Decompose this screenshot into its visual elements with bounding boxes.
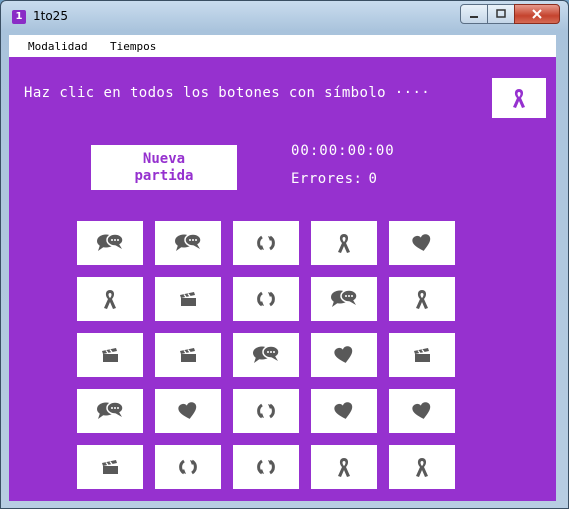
app-window: 1 1to25 Modalidad Tiempos Haz clic en to…	[0, 0, 569, 509]
grid-cell[interactable]	[389, 333, 455, 377]
grid-cell[interactable]	[233, 445, 299, 489]
app-icon: 1	[12, 10, 26, 24]
chat-icon	[174, 232, 202, 254]
grid-cell[interactable]	[77, 221, 143, 265]
chat-icon	[96, 400, 124, 422]
grid-cell[interactable]	[311, 277, 377, 321]
window-title: 1to25	[33, 9, 68, 23]
clapper-icon	[179, 291, 197, 307]
errors-display: Errores: 0	[291, 171, 377, 187]
menu-modalidad[interactable]: Modalidad	[28, 40, 88, 53]
errors-label: Errores:	[291, 171, 363, 187]
instruction-text: Haz clic en todos los botones con símbol…	[24, 85, 431, 101]
game-area: Haz clic en todos los botones con símbol…	[9, 57, 556, 501]
grid-cell[interactable]	[77, 333, 143, 377]
ribbon-icon	[103, 288, 117, 310]
grid-cell[interactable]	[389, 445, 455, 489]
grid-cell[interactable]	[77, 445, 143, 489]
menu-tiempos[interactable]: Tiempos	[110, 40, 156, 53]
clapper-icon	[413, 347, 431, 363]
maximize-button[interactable]	[487, 4, 515, 24]
grid-cell[interactable]	[233, 389, 299, 433]
ribbon-icon	[337, 232, 351, 254]
clapper-icon	[179, 347, 197, 363]
grid-cell[interactable]	[155, 221, 221, 265]
grid-cell[interactable]	[311, 221, 377, 265]
new-game-button[interactable]: Nueva partida	[91, 145, 237, 190]
ribbon-icon	[415, 288, 429, 310]
title-bar[interactable]: 1 1to25	[1, 1, 568, 31]
grid-cell[interactable]	[389, 277, 455, 321]
grid-cell[interactable]	[155, 445, 221, 489]
grid-cell[interactable]	[311, 389, 377, 433]
chat-icon	[96, 232, 124, 254]
ribbon-icon	[337, 456, 351, 478]
grid-cell[interactable]	[389, 221, 455, 265]
grid-cell[interactable]	[77, 389, 143, 433]
grid-cell[interactable]	[233, 277, 299, 321]
grid-cell[interactable]	[311, 333, 377, 377]
heart-icon	[412, 402, 432, 420]
timer-display: 00:00:00:00	[291, 143, 395, 159]
chat-icon	[252, 344, 280, 366]
close-button[interactable]	[514, 4, 560, 24]
recycle-icon	[257, 402, 275, 420]
recycle-icon	[257, 290, 275, 308]
close-icon	[532, 9, 542, 19]
grid-cell[interactable]	[155, 389, 221, 433]
menu-bar: Modalidad Tiempos	[9, 35, 556, 58]
grid-cell[interactable]	[233, 333, 299, 377]
window-controls	[460, 4, 560, 24]
ribbon-icon	[415, 456, 429, 478]
recycle-icon	[179, 458, 197, 476]
chat-icon	[330, 288, 358, 310]
maximize-icon	[496, 9, 506, 18]
clapper-icon	[101, 459, 119, 475]
heart-icon	[334, 402, 354, 420]
grid-cell[interactable]	[311, 445, 377, 489]
grid-cell[interactable]	[389, 389, 455, 433]
grid-cell[interactable]	[155, 333, 221, 377]
grid-cell[interactable]	[233, 221, 299, 265]
ribbon-icon	[512, 87, 526, 109]
heart-icon	[178, 402, 198, 420]
minimize-icon	[470, 16, 478, 18]
target-symbol-box	[492, 78, 546, 118]
minimize-button[interactable]	[460, 4, 488, 24]
grid-cell[interactable]	[77, 277, 143, 321]
errors-count: 0	[368, 171, 378, 187]
clapper-icon	[101, 347, 119, 363]
recycle-icon	[257, 458, 275, 476]
grid-cell[interactable]	[155, 277, 221, 321]
heart-icon	[334, 346, 354, 364]
recycle-icon	[257, 234, 275, 252]
heart-icon	[412, 234, 432, 252]
